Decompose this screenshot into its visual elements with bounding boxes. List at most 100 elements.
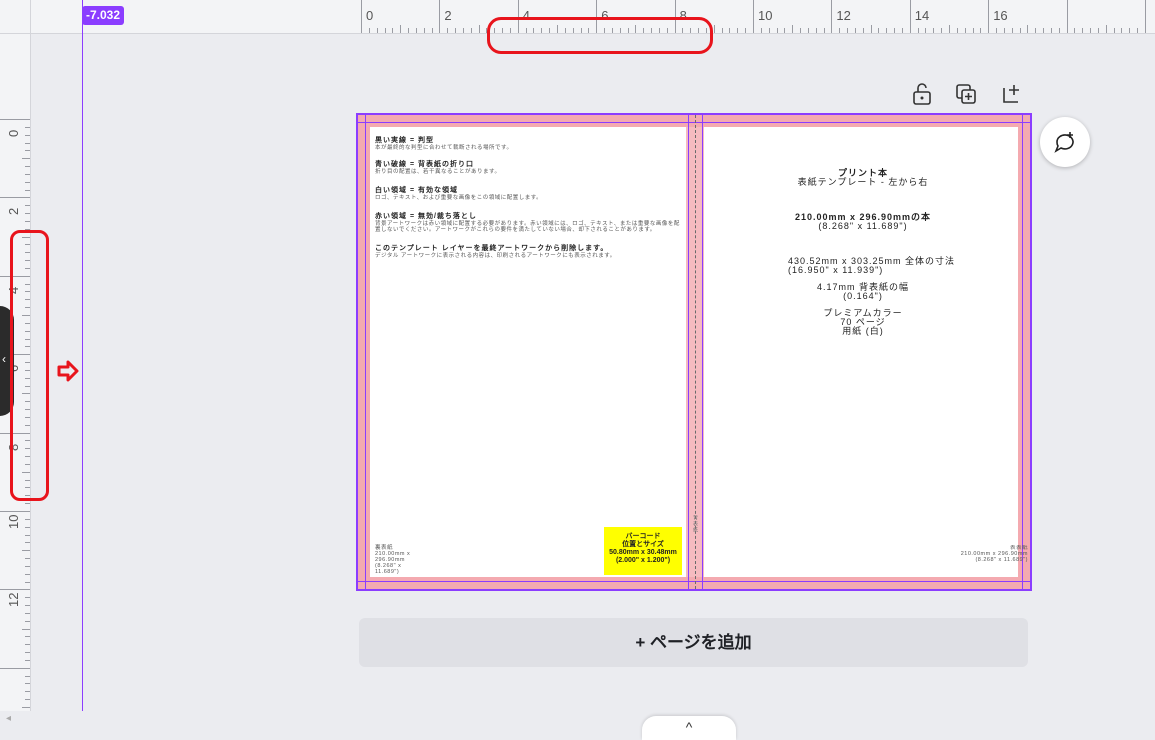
ruler-tick xyxy=(815,28,817,33)
ruler-tick xyxy=(917,28,919,33)
front-cover-info: プリント本 表紙テンプレート - 左から右 xyxy=(778,169,948,187)
ruler-tick xyxy=(870,25,872,33)
ruler-tick xyxy=(25,503,30,505)
ruler-tick xyxy=(25,142,30,144)
front-cover-size-label: 表表紙 210.00mm x 296.90mm (8.268" x 11.689… xyxy=(960,545,1028,563)
ruler-tick xyxy=(25,652,30,654)
ruler-tick xyxy=(25,644,30,646)
ruler-tick xyxy=(823,28,825,33)
ruler-tick xyxy=(25,526,30,528)
ruler-tick xyxy=(392,28,394,33)
add-page-icon[interactable] xyxy=(1000,82,1024,106)
add-comment-button[interactable] xyxy=(1040,117,1090,167)
ruler-tick xyxy=(776,28,778,33)
ruler-tick xyxy=(415,28,417,33)
page-panel-toggle[interactable]: ^ xyxy=(642,716,736,740)
ruler-tick xyxy=(729,28,731,33)
ruler-tick xyxy=(1090,28,1092,33)
ruler-tick xyxy=(455,28,457,33)
ruler-tick xyxy=(25,691,30,693)
back-cover-instructions: 黒い実線 = 判型 本が最終的な判型に合わせて裁断される場所です。 青い破線 =… xyxy=(375,137,680,259)
ruler-tick xyxy=(925,28,927,33)
ruler-tick xyxy=(470,28,472,33)
ruler-tick xyxy=(25,205,30,207)
ruler-tick xyxy=(25,534,30,536)
ruler-tick xyxy=(361,0,362,33)
ruler-tick xyxy=(1050,28,1052,33)
ruler-tick xyxy=(25,597,30,599)
guide-position-badge: -7.032 xyxy=(82,6,125,25)
instruction-section: 赤い領域 = 無効/裁ち落とし 背景アートワークは赤い領域に配置する必要がありま… xyxy=(375,213,680,233)
ruler-tick xyxy=(886,28,888,33)
ruler-tick xyxy=(1058,28,1060,33)
ruler-tick xyxy=(988,0,990,33)
total-size-info: 430.52mm x 303.25mm 全体の寸法 (16.950" x 11.… xyxy=(788,256,956,275)
ruler-tick xyxy=(25,636,30,638)
ruler-tick xyxy=(1121,28,1123,33)
instruction-section: 白い領域 = 有効な領域 ロゴ、テキスト、および重要な画像をこの領域に配置します… xyxy=(375,187,680,201)
ruler-tick xyxy=(1113,28,1115,33)
ruler-tick xyxy=(784,28,786,33)
ruler-tick xyxy=(400,25,402,33)
unlock-icon[interactable] xyxy=(910,82,934,106)
ruler-tick xyxy=(0,119,30,120)
barcode-title: バーコード xyxy=(625,533,661,540)
instruction-body: デジタル アートワークに表示される内容は、印刷されるアートワークにも表示されます… xyxy=(375,253,616,259)
ruler-tick xyxy=(1105,25,1107,33)
ruler-label: 0 xyxy=(366,8,374,23)
ruler-tick xyxy=(745,28,747,33)
add-page-button[interactable]: + ページを追加 xyxy=(359,618,1028,667)
ruler-tick xyxy=(753,0,754,33)
barcode-size-mm: 50.80mm x 30.48mm xyxy=(609,549,677,556)
ruler-label: 10 xyxy=(6,514,21,529)
ruler-tick xyxy=(909,0,911,33)
ruler-tick xyxy=(25,683,30,685)
horizontal-scrollbar[interactable]: ◂ xyxy=(0,711,1155,731)
ruler-tick xyxy=(1145,0,1146,33)
ruler-tick xyxy=(408,28,410,33)
cut-line-bottom xyxy=(358,581,1030,582)
ruler-tick xyxy=(1027,25,1029,33)
annotation-top-ruler-highlight xyxy=(487,17,713,54)
ruler-tick xyxy=(447,28,449,33)
ruler-tick xyxy=(949,25,950,33)
ruler-tick xyxy=(980,28,982,33)
ruler-tick xyxy=(25,612,30,614)
ruler-tick xyxy=(22,707,30,708)
instruction-section: このテンプレート レイヤーを最終アートワークから削除します。 デジタル アートワ… xyxy=(375,245,680,259)
ruler-tick xyxy=(22,550,30,552)
ruler-tick xyxy=(792,25,794,33)
spine-line-right xyxy=(702,115,703,589)
ruler-tick xyxy=(1129,28,1131,33)
instruction-title: 青い破線 = 背表紙の折り口 xyxy=(375,161,474,168)
ruler-tick xyxy=(847,28,849,33)
ruler-label: 2 xyxy=(444,8,452,23)
scroll-left-icon[interactable]: ◂ xyxy=(6,713,11,724)
cut-line-left xyxy=(365,115,366,589)
annotation-left-ruler-highlight xyxy=(10,230,49,501)
instruction-title: 黒い実線 = 判型 xyxy=(375,137,434,144)
ruler-tick xyxy=(956,28,958,33)
duplicate-page-icon[interactable] xyxy=(954,82,978,106)
ruler-tick xyxy=(768,28,770,33)
ruler-tick xyxy=(25,675,30,677)
book-cover-page[interactable]: 黒い実線 = 判型 本が最終的な判型に合わせて裁断される場所です。 青い破線 =… xyxy=(356,113,1032,591)
ruler-tick xyxy=(25,659,30,661)
comment-plus-icon xyxy=(1054,132,1074,153)
ruler-tick xyxy=(376,28,378,33)
ruler-tick xyxy=(1003,28,1005,33)
ruler-tick xyxy=(25,150,30,152)
chevron-left-icon: ‹ xyxy=(2,352,6,366)
ruler-tick xyxy=(721,28,723,33)
ruler-tick xyxy=(737,28,739,33)
ruler-tick xyxy=(25,181,30,183)
chevron-up-icon: ^ xyxy=(685,719,693,735)
instruction-title: 白い領域 = 有効な領域 xyxy=(375,187,458,194)
spine-line-left xyxy=(688,115,689,589)
ruler-tick xyxy=(901,28,903,33)
ruler-tick xyxy=(25,213,30,215)
vertical-guide-line[interactable] xyxy=(82,0,83,711)
ruler-label: 16 xyxy=(993,8,1008,23)
ruler-tick xyxy=(25,166,30,168)
instruction-title: このテンプレート レイヤーを最終アートワークから削除します。 xyxy=(375,245,609,252)
